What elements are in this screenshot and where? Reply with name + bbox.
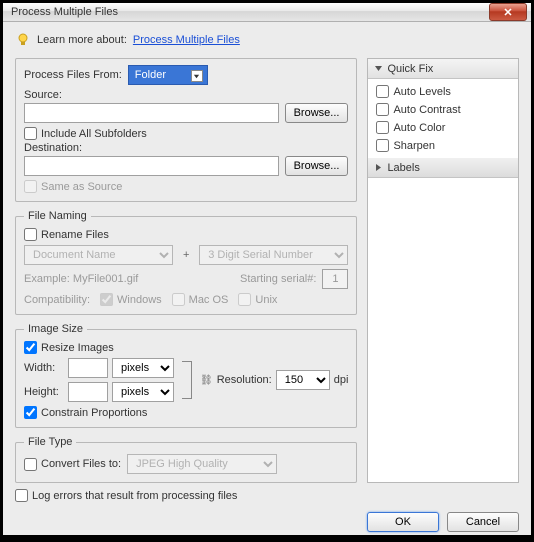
image-size-legend: Image Size (24, 323, 87, 335)
compat-unix-checkbox[interactable]: Unix (238, 293, 277, 306)
width-label: Width: (24, 362, 64, 374)
plus-label: + (179, 249, 193, 261)
rename-files-label: Rename Files (41, 229, 109, 241)
source-input[interactable] (24, 103, 279, 123)
convert-files-checkbox[interactable]: Convert Files to: (24, 458, 121, 471)
sharpen-checkbox[interactable]: Sharpen (376, 139, 510, 152)
close-icon: ✕ (503, 6, 512, 19)
file-naming-fieldset: File Naming Rename Files Document Name +… (15, 210, 357, 315)
include-subfolders-label: Include All Subfolders (41, 128, 147, 140)
process-files-fieldset: Process Files From: Folder Source: Brows… (15, 58, 357, 202)
height-label: Height: (24, 386, 64, 398)
resolution-select[interactable]: 150 (276, 370, 330, 390)
process-from-label: Process Files From: (24, 69, 122, 81)
starting-serial-input[interactable] (322, 269, 348, 289)
auto-levels-checkbox[interactable]: Auto Levels (376, 85, 510, 98)
chevron-down-icon (191, 70, 203, 82)
image-size-fieldset: Image Size Resize Images Width: pi (15, 323, 357, 428)
window-title: Process Multiple Files (11, 6, 489, 18)
ok-button[interactable]: OK (367, 512, 439, 532)
learn-more-link[interactable]: Process Multiple Files (133, 34, 240, 46)
width-input[interactable] (68, 358, 108, 378)
lightbulb-icon (15, 32, 31, 48)
labels-header[interactable]: Labels (368, 158, 518, 178)
link-icon: ⛓ (200, 375, 213, 386)
process-from-value: Folder (135, 69, 166, 81)
starting-serial-label: Starting serial#: (240, 273, 316, 285)
destination-browse-button[interactable]: Browse... (285, 156, 349, 176)
width-unit-select[interactable]: pixels (112, 358, 174, 378)
labels-body (368, 178, 518, 482)
log-errors-checkbox[interactable]: Log errors that result from processing f… (15, 489, 519, 502)
compat-mac-checkbox[interactable]: Mac OS (172, 293, 229, 306)
titlebar: Process Multiple Files ✕ (3, 3, 531, 22)
quick-fix-header[interactable]: Quick Fix (368, 59, 518, 79)
resolution-unit: dpi (334, 374, 349, 386)
constrain-bracket-icon (182, 361, 192, 399)
name-part1-select[interactable]: Document Name (24, 245, 173, 265)
log-errors-label: Log errors that result from processing f… (32, 490, 237, 502)
height-input[interactable] (68, 382, 108, 402)
compat-windows-checkbox[interactable]: Windows (100, 293, 162, 306)
learn-more-label: Learn more about: (37, 34, 127, 46)
convert-files-label: Convert Files to: (41, 458, 121, 470)
file-type-fieldset: File Type Convert Files to: JPEG High Qu… (15, 436, 357, 483)
triangle-down-icon (374, 64, 383, 73)
source-browse-button[interactable]: Browse... (285, 103, 349, 123)
rename-files-checkbox[interactable]: Rename Files (24, 228, 348, 241)
convert-format-select[interactable]: JPEG High Quality (127, 454, 277, 474)
side-panel: Quick Fix Auto Levels Auto Contrast Auto… (367, 58, 519, 483)
triangle-right-icon (374, 163, 383, 172)
height-unit-select[interactable]: pixels (112, 382, 174, 402)
constrain-proportions-label: Constrain Proportions (41, 407, 147, 419)
close-button[interactable]: ✕ (489, 3, 527, 21)
constrain-proportions-checkbox[interactable]: Constrain Proportions (24, 406, 348, 419)
destination-input[interactable] (24, 156, 279, 176)
resize-images-checkbox[interactable]: Resize Images (24, 341, 348, 354)
auto-color-checkbox[interactable]: Auto Color (376, 121, 510, 134)
include-subfolders-checkbox[interactable]: Include All Subfolders (24, 127, 348, 140)
process-from-select[interactable]: Folder (128, 65, 208, 85)
same-as-source-label: Same as Source (41, 181, 122, 193)
source-label: Source: (24, 89, 348, 101)
destination-label: Destination: (24, 142, 348, 154)
compatibility-label: Compatibility: (24, 294, 90, 306)
file-type-legend: File Type (24, 436, 76, 448)
cancel-button[interactable]: Cancel (447, 512, 519, 532)
learn-more-row: Learn more about: Process Multiple Files (15, 32, 519, 48)
resolution-label: Resolution: (217, 374, 272, 386)
same-as-source-checkbox[interactable]: Same as Source (24, 180, 348, 193)
file-naming-legend: File Naming (24, 210, 91, 222)
quick-fix-title: Quick Fix (387, 63, 433, 75)
example-label: Example: MyFile001.gif (24, 273, 138, 285)
labels-title: Labels (387, 162, 419, 174)
name-part2-select[interactable]: 3 Digit Serial Number (199, 245, 348, 265)
resize-images-label: Resize Images (41, 342, 114, 354)
auto-contrast-checkbox[interactable]: Auto Contrast (376, 103, 510, 116)
